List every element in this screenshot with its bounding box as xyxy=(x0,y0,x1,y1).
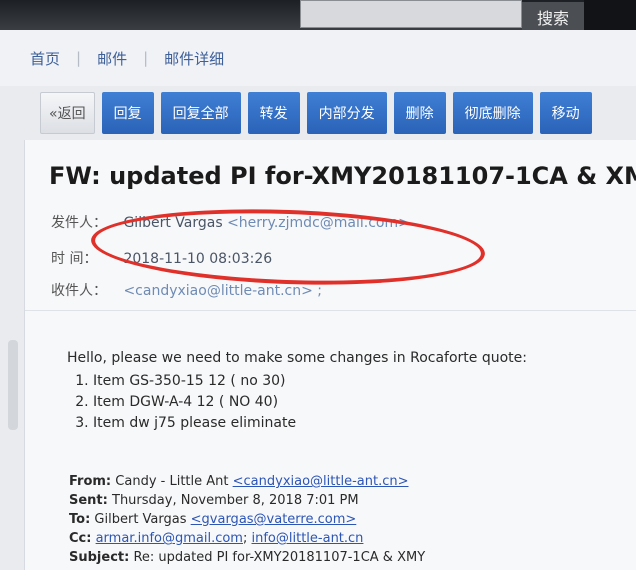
fwd-cc-label: Cc: xyxy=(69,531,92,546)
reply-button[interactable]: 回复 xyxy=(101,92,154,134)
fwd-from-link[interactable]: <candyxiao@little-ant.cn> xyxy=(233,474,409,489)
email-subject: FW: updated PI for-XMY20181107-1CA & XMY xyxy=(49,162,636,190)
fwd-to-row: To: Gilbert Vargas <gvargas@vaterre.com> xyxy=(69,510,629,529)
body-intro: Hello, please we need to make some chang… xyxy=(67,350,527,366)
fwd-sent-value: Thursday, November 8, 2018 7:01 PM xyxy=(112,493,359,508)
scrollbar[interactable] xyxy=(8,340,18,430)
fwd-to-link[interactable]: <gvargas@vaterre.com> xyxy=(191,512,357,527)
breadcrumb-separator: | xyxy=(143,49,149,67)
fwd-sent-row: Sent: Thursday, November 8, 2018 7:01 PM xyxy=(69,491,629,510)
breadcrumb: 首页 | 邮件 | 邮件详细 xyxy=(0,30,636,86)
breadcrumb-mail[interactable]: 邮件 xyxy=(97,48,127,69)
back-button[interactable]: «返回 xyxy=(40,92,95,134)
mail-toolbar: «返回 回复 回复全部 转发 内部分发 删除 彻底删除 移动 xyxy=(40,92,636,136)
fwd-from-row: From: Candy - Little Ant <candyxiao@litt… xyxy=(69,472,629,491)
fwd-cc-link[interactable]: info@little-ant.cn xyxy=(252,531,364,546)
fwd-sent-label: Sent: xyxy=(69,493,108,508)
email-body: Hello, please we need to make some chang… xyxy=(67,348,627,434)
delete-button[interactable]: 删除 xyxy=(393,92,446,134)
fwd-from-label: From: xyxy=(69,474,112,489)
forward-button[interactable]: 转发 xyxy=(247,92,300,134)
top-right-area xyxy=(584,0,636,30)
search-input[interactable] xyxy=(300,0,522,28)
reply-all-button[interactable]: 回复全部 xyxy=(160,92,241,134)
body-list: Item GS-350-15 12 ( no 30) Item DGW-A-4 … xyxy=(93,371,627,434)
fwd-to-label: To: xyxy=(69,512,91,527)
email-detail: FW: updated PI for-XMY20181107-1CA & XMY… xyxy=(24,140,636,570)
fwd-cc-row: Cc: armar.info@gmail.com; info@little-an… xyxy=(69,529,629,548)
header-divider xyxy=(25,310,636,311)
recipient-address[interactable]: <candyxiao@little-ant.cn> ; xyxy=(123,283,322,299)
internal-distribute-button[interactable]: 内部分发 xyxy=(306,92,387,134)
list-item: Item DGW-A-4 12 ( NO 40) xyxy=(93,392,627,413)
breadcrumb-separator: | xyxy=(76,49,82,67)
fwd-subject-label: Subject: xyxy=(69,550,130,565)
list-item: Item dw j75 please eliminate xyxy=(93,413,627,434)
breadcrumb-mail-detail: 邮件详细 xyxy=(164,49,225,68)
move-button[interactable]: 移动 xyxy=(539,92,592,134)
fwd-from-value: Candy - Little Ant xyxy=(115,474,233,489)
forwarded-header: From: Candy - Little Ant <candyxiao@litt… xyxy=(69,472,629,567)
permanent-delete-button[interactable]: 彻底删除 xyxy=(452,92,533,134)
fwd-to-value: Gilbert Vargas xyxy=(94,512,191,527)
fwd-subject-row: Subject: Re: updated PI for-XMY20181107-… xyxy=(69,548,629,567)
highlight-circle xyxy=(89,203,487,291)
recipient-label: 收件人： xyxy=(51,283,107,299)
breadcrumb-home[interactable]: 首页 xyxy=(30,48,60,69)
fwd-cc-separator: ; xyxy=(242,531,252,546)
list-item: Item GS-350-15 12 ( no 30) xyxy=(93,371,627,392)
fwd-subject-value: Re: updated PI for-XMY20181107-1CA & XMY xyxy=(133,550,426,565)
fwd-cc-link[interactable]: armar.info@gmail.com xyxy=(96,531,243,546)
search-button[interactable]: 搜索 xyxy=(522,2,584,32)
